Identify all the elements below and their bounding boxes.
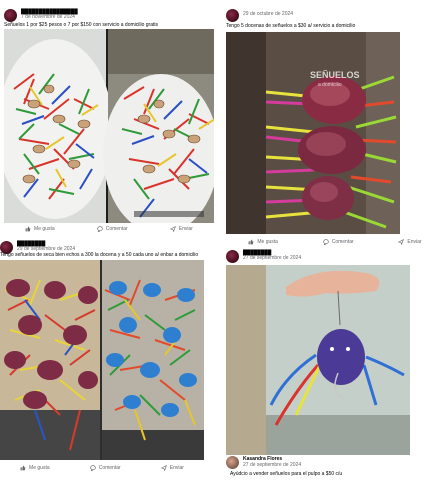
comment-button[interactable]: Comentar <box>323 239 354 245</box>
share-label: Enviar <box>407 239 422 245</box>
avatar[interactable] <box>226 249 239 263</box>
send-icon <box>169 226 176 232</box>
like-label: Me gusta <box>34 226 55 232</box>
avatar[interactable] <box>226 8 239 22</box>
thumbs-up-icon <box>248 239 254 245</box>
comment-label: Comentar <box>105 226 128 232</box>
post-photo[interactable] <box>4 29 214 223</box>
comment-icon <box>97 226 103 232</box>
comment-icon <box>323 239 329 245</box>
share-button[interactable]: Enviar <box>398 239 422 245</box>
share-label: Enviar <box>169 465 184 471</box>
like-button[interactable]: Me gusta <box>20 465 50 471</box>
watermark-subtitle: a domicilio <box>318 82 342 88</box>
share-label: Enviar <box>178 226 193 232</box>
post-photo[interactable]: SEÑUELOS a domicilio <box>226 32 400 234</box>
crab-lures-photo: SEÑUELOS a domicilio <box>226 32 400 234</box>
comment-label: Comentar <box>331 239 354 245</box>
share-button[interactable]: Enviar <box>169 226 193 232</box>
like-label: Me gusta <box>257 239 278 245</box>
lure-photo-pair <box>4 29 214 223</box>
comment-button[interactable]: Comentar <box>90 465 121 471</box>
thumbs-up-icon <box>20 465 26 471</box>
octopus-lure-photo <box>226 265 410 455</box>
post-actions: Me gusta Comentar Enviar <box>4 224 214 234</box>
post-date[interactable]: 7 de noviembre de 2024 <box>21 14 78 20</box>
post-photo[interactable] <box>0 260 204 460</box>
comment-button[interactable]: Comentar <box>97 226 128 232</box>
post-text: Ayúdcio a vender señuelos para el pulpo … <box>230 471 343 477</box>
commenter-avatar[interactable] <box>226 456 239 469</box>
commenter-date[interactable]: 27 de septiembre de 2024 <box>243 462 301 468</box>
like-button[interactable]: Me gusta <box>248 239 278 245</box>
post-text: Señuelos 1 por $25 pesos o 7 por $150 co… <box>4 22 158 28</box>
send-icon <box>398 239 405 245</box>
avatar[interactable] <box>4 8 17 22</box>
post-header: ████████ 27 de septiembre de 2024 <box>226 248 301 264</box>
comment-icon <box>90 465 96 471</box>
post-3: ████████ 29 de septiembre de 2024 Tengo … <box>0 236 214 480</box>
post-actions: Me gusta Comentar Enviar <box>226 237 444 247</box>
send-icon <box>160 465 167 471</box>
share-button[interactable]: Enviar <box>160 465 184 471</box>
post-actions: Me gusta Comentar Enviar <box>0 463 204 473</box>
post-text: Tengo 5 docenas de señuelos a $30 a/ ser… <box>226 23 356 29</box>
watermark-title: SEÑUELOS <box>310 70 360 80</box>
post-photo[interactable] <box>226 265 410 455</box>
post-text: Tengo señuelos de seca bien echos a 300 … <box>0 252 199 258</box>
post-4: ████████ 27 de septiembre de 2024 Kasand… <box>226 248 444 480</box>
commenter-block: Kasandra Flores 27 de septiembre de 2024 <box>226 456 301 469</box>
egg-carton-lures-photo <box>0 260 204 460</box>
post-date[interactable]: 29 de octubre de 2024 <box>243 12 293 18</box>
like-button[interactable]: Me gusta <box>25 226 55 232</box>
post-1: ████████████████ 7 de noviembre de 2024 … <box>4 4 214 236</box>
post-date[interactable]: 27 de septiembre de 2024 <box>243 255 301 261</box>
comment-label: Comentar <box>98 465 121 471</box>
post-2: 29 de octubre de 2024 Tengo 5 docenas de… <box>226 4 444 248</box>
like-label: Me gusta <box>29 465 50 471</box>
thumbs-up-icon <box>25 226 31 232</box>
